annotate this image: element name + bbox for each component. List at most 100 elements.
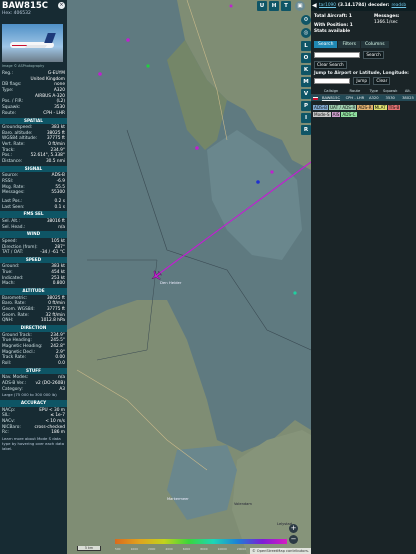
info-note: Large (75 000 to 300 000 lb) bbox=[2, 392, 57, 398]
traffic-dot[interactable] bbox=[195, 146, 199, 150]
traffic-dot[interactable] bbox=[146, 64, 150, 68]
info-row: Sel. Head.: n/a bbox=[0, 225, 67, 231]
jump-label: Jump to Airport or Latitude, Longitude: bbox=[314, 71, 409, 76]
info-label[interactable]: Roll: bbox=[2, 361, 11, 367]
info-value: 30.5 nmi bbox=[45, 159, 65, 165]
info-label[interactable]: Reg.: bbox=[2, 71, 13, 77]
layers-icon[interactable]: ▣ bbox=[295, 1, 305, 11]
gear-icon[interactable]: ⚙ bbox=[301, 15, 311, 25]
collapse-arrow-icon[interactable]: ◀ bbox=[312, 2, 317, 10]
info-label[interactable]: Sel. Head.: bbox=[2, 225, 25, 231]
section-header: STUFF bbox=[0, 367, 67, 375]
map-button-h[interactable]: H bbox=[269, 1, 279, 11]
section-header: SPEED bbox=[0, 256, 67, 264]
clear-button[interactable]: Clear bbox=[373, 77, 391, 85]
traffic-dot[interactable] bbox=[229, 4, 233, 8]
jump-input[interactable] bbox=[314, 77, 350, 85]
info-value: CPH - LHR bbox=[43, 110, 65, 116]
info-value: 55300 bbox=[51, 190, 65, 196]
messages-value: 1366.1/sec bbox=[374, 20, 398, 25]
source-legend: ADS-B UAT / ADS-R ADS-R MLAT TIS-B Mode-S AIS A… bbox=[311, 101, 416, 119]
total-aircraft-value: 1 bbox=[348, 14, 352, 19]
source-chip: ADS-C bbox=[341, 112, 357, 117]
info-label[interactable]: TAT / OAT: bbox=[2, 250, 23, 256]
map-button-m[interactable]: M bbox=[301, 77, 311, 87]
place-label: Den Helder bbox=[160, 280, 182, 285]
clear-search-button[interactable]: Clear Search bbox=[314, 61, 347, 69]
callsign[interactable]: BAW815C bbox=[2, 1, 65, 11]
zoom-in-button[interactable]: + bbox=[289, 524, 298, 533]
place-label: Volendam bbox=[234, 502, 252, 506]
map-button-u[interactable]: U bbox=[257, 1, 267, 11]
map-button-o[interactable]: O bbox=[301, 53, 311, 63]
close-icon[interactable]: × bbox=[58, 2, 65, 9]
traffic-dot[interactable] bbox=[98, 72, 102, 76]
altitude-legend-label: 1000 bbox=[130, 547, 138, 551]
zoom-out-button[interactable]: − bbox=[289, 535, 298, 544]
source-chip: TIS-B bbox=[387, 105, 401, 110]
info-label[interactable]: Distance: bbox=[2, 159, 22, 165]
search-button[interactable]: Search bbox=[363, 51, 384, 59]
source-chip: ADS-R bbox=[357, 105, 373, 110]
with-position-value: 1 bbox=[349, 23, 353, 28]
info-value: -34 / -61 °C bbox=[40, 250, 65, 256]
with-position-label: With Position: bbox=[314, 23, 349, 28]
total-aircraft-label: Total Aircraft: bbox=[314, 14, 348, 19]
map-canvas[interactable]: Den Helder Markermeer Volendam Lelystad bbox=[67, 0, 311, 554]
traffic-dot[interactable] bbox=[293, 291, 297, 295]
map-button-p[interactable]: P bbox=[301, 101, 311, 111]
section-header: FMS SEL bbox=[0, 211, 67, 218]
info-value: 0.0 bbox=[58, 361, 65, 366]
section-header: DIRECTION bbox=[0, 325, 67, 332]
version: (3.14.1784) bbox=[338, 3, 367, 8]
map-button-i[interactable]: I bbox=[301, 113, 311, 123]
info-label[interactable]: QNH: bbox=[2, 318, 13, 324]
tar1090-link[interactable]: tar1090 bbox=[319, 3, 336, 8]
map[interactable]: Den Helder Markermeer Volendam Lelystad … bbox=[67, 0, 311, 554]
map-button-t[interactable]: T bbox=[281, 1, 291, 11]
info-row: TAT / OAT: -34 / -61 °C bbox=[0, 250, 67, 256]
traffic-dot[interactable] bbox=[270, 170, 274, 174]
tab-filters[interactable]: Filters bbox=[338, 41, 360, 48]
aircraft-photo[interactable] bbox=[2, 24, 63, 62]
tab-columns[interactable]: Columns bbox=[360, 41, 389, 48]
source-chip: MLAT bbox=[373, 105, 387, 110]
section-header: WIND bbox=[0, 231, 67, 238]
traffic-dot[interactable] bbox=[126, 38, 130, 42]
search-input[interactable] bbox=[314, 51, 360, 59]
map-button-k[interactable]: K bbox=[301, 65, 311, 75]
map-button-l[interactable]: L bbox=[301, 41, 311, 51]
aircraft-info-panel: BAW815C Hex: 406532 × Image © ASPhotogra… bbox=[0, 0, 67, 554]
tab-search[interactable]: Search bbox=[314, 41, 338, 48]
info-label[interactable]: Mach: bbox=[2, 281, 15, 287]
info-note: Learn more about Mode S data type by hov… bbox=[2, 435, 65, 451]
plane-tail bbox=[44, 33, 56, 43]
photo-credit[interactable]: Image © ASPhotography bbox=[2, 64, 44, 70]
panel-header: ◀ tar1090 (3.14.1784) decoder: readsb bbox=[311, 0, 416, 11]
plane-wing bbox=[24, 45, 48, 48]
altitude-legend-label: 6000 bbox=[182, 547, 191, 551]
info-value: n/a bbox=[58, 224, 65, 230]
info-label[interactable]: Last Seen: bbox=[2, 205, 25, 211]
info-label[interactable]: Messages: bbox=[2, 190, 25, 196]
target-icon[interactable]: ◎ bbox=[301, 28, 311, 38]
map-button-v[interactable]: V bbox=[301, 89, 311, 99]
info-label[interactable]: Type: bbox=[2, 88, 13, 94]
info-label[interactable]: Route: bbox=[2, 111, 16, 117]
aircraft-table: Callsign Route Type Squawk Alt. BAW815C … bbox=[311, 88, 416, 101]
section-header: ALTITUDE bbox=[0, 288, 67, 295]
altitude-legend-label: 500 bbox=[115, 547, 121, 551]
info-row: QNH: 1012.8 hPa bbox=[0, 318, 67, 324]
decoder-link[interactable]: readsb bbox=[391, 3, 406, 8]
map-attribution[interactable]: © OpenStreetMap contributors. bbox=[250, 548, 311, 554]
map-button-r[interactable]: R bbox=[301, 125, 311, 135]
info-row: Route: CPH - LHR bbox=[0, 111, 67, 117]
scale-bar: 5 km bbox=[77, 546, 101, 551]
jump-button[interactable]: Jump bbox=[353, 77, 371, 85]
traffic-dot[interactable] bbox=[256, 180, 260, 184]
section-header: SIGNAL bbox=[0, 165, 67, 173]
info-value: 1012.8 hPa bbox=[40, 318, 65, 324]
info-value: A3 bbox=[59, 386, 65, 392]
stats-available[interactable]: Stats available bbox=[314, 29, 353, 35]
source-chip: AIS bbox=[331, 112, 341, 117]
